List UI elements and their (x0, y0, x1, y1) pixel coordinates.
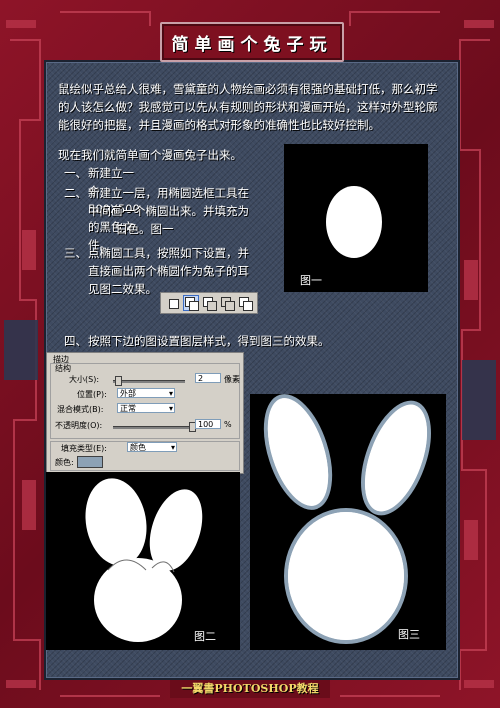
size-unit: 像素 (224, 375, 240, 384)
ellipse-shape (326, 186, 382, 258)
stroke-layer-style-dialog: 描边 结构 大小(S): 2 像素 位置(P): 外部 ▾ 混合模式(B): 正常… (46, 352, 244, 474)
title-plate: 简单画个兔子玩 (160, 22, 344, 62)
fill-type-label: 填充类型(E): (61, 444, 107, 453)
size-label: 大小(S): (69, 375, 100, 384)
size-input[interactable]: 2 (195, 373, 221, 383)
blend-mode-label: 混合模式(B): (57, 405, 104, 414)
stroke-color-swatch[interactable] (77, 456, 103, 468)
rabbit-stroked-fig3 (263, 394, 431, 644)
selection-mode-toolbar (160, 292, 258, 314)
opacity-unit: % (224, 420, 232, 429)
subtract-selection-icon[interactable] (201, 295, 217, 311)
new-selection-icon[interactable] (165, 295, 181, 311)
intersect-selection-icon[interactable] (219, 295, 235, 311)
color-label: 颜色: (55, 458, 74, 467)
step-text: 点椭圆工具，按照如下设置，并 直接画出两个椭圆作为兔子的耳 见图二效果。 (88, 246, 249, 296)
figure-2-caption: 图二 (194, 630, 216, 643)
figure-1-image: 图一 (284, 144, 428, 292)
figure-1-caption: 图一 (300, 274, 322, 287)
step-number: 四、 (64, 334, 87, 348)
chevron-down-icon: ▾ (168, 404, 173, 413)
figure-3-image: 图三 (250, 394, 446, 650)
exclude-selection-icon[interactable] (237, 295, 253, 311)
chevron-down-icon: ▾ (168, 389, 173, 398)
structure-group-title: 结构 (55, 364, 71, 373)
size-slider-thumb[interactable] (115, 376, 122, 386)
opacity-slider[interactable] (113, 426, 193, 429)
opacity-input[interactable]: 100 (195, 419, 221, 429)
step-number: 一、 (64, 166, 87, 180)
blend-mode-select[interactable]: 正常 ▾ (117, 403, 175, 413)
size-slider[interactable] (113, 380, 185, 383)
position-select[interactable]: 外部 ▾ (117, 388, 175, 398)
step-text: 新建立一层，用椭圆选框工具在 中间画一个椭圆出来。并填充为 白色。图一 (88, 186, 249, 236)
chevron-down-icon: ▾ (170, 443, 175, 452)
position-label: 位置(P): (77, 390, 107, 399)
now-paragraph: 现在我们就简单画个漫画兔子出来。 (58, 148, 242, 162)
footer-label: 一翼書PHOTOSHOP教程 (170, 680, 330, 698)
step-2: 二、 新建立一层，用椭圆选框工具在 中间画一个椭圆出来。并填充为 白色。图一 (64, 184, 284, 244)
step-number: 二、 (64, 186, 87, 200)
intro-paragraph: 鼠绘似乎总给人很难，雪黛童的人物绘画必须有很强的基础打低，那么初学的人该怎么做？… (58, 82, 438, 132)
page-title: 简单画个兔子玩 (171, 34, 333, 55)
add-selection-icon[interactable] (183, 295, 199, 311)
fill-type-select[interactable]: 颜色 ▾ (127, 442, 177, 452)
rabbit-shapes-fig2 (85, 478, 203, 642)
figure-2-image: 图二 (46, 472, 240, 650)
step-text: 按照下边的图设置图层样式，得到图三的效果。 (88, 334, 330, 348)
figure-3-caption: 图三 (398, 628, 420, 641)
step-number: 三、 (64, 246, 87, 260)
opacity-label: 不透明度(O): (55, 421, 103, 430)
